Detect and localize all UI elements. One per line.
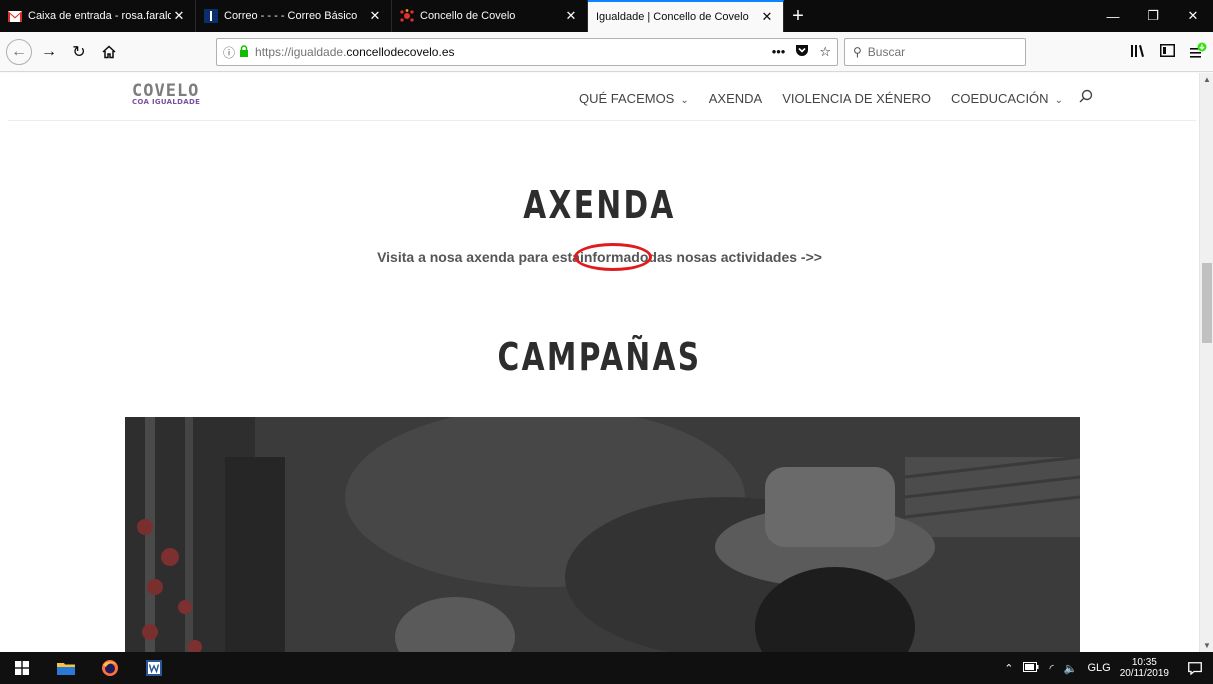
highlighted-word-text: informado bbox=[579, 249, 649, 265]
tab-title: Correo - - - - Correo Básico bbox=[224, 10, 358, 22]
close-window-icon[interactable]: ✕ bbox=[1173, 0, 1213, 32]
wifi-icon[interactable]: ◜ bbox=[1049, 662, 1053, 675]
highlighted-word: informado bbox=[573, 243, 653, 271]
menu-item-label: COEDUCACIÓN bbox=[951, 90, 1049, 106]
url-domain: concellodecovelo.es bbox=[346, 45, 455, 59]
menu-item-que-facemos[interactable]: QUÉ FACEMOS ⌄ bbox=[579, 91, 689, 106]
tab-strip: Caixa de entrada - rosa.faraldo ✕ Correo… bbox=[0, 0, 1213, 32]
url-subdomain: https://igualdade. bbox=[255, 45, 347, 59]
chevron-down-icon: ⌄ bbox=[1054, 94, 1063, 106]
windows-taskbar: ⌃ ◜ 🔈 GLG 10:35 20/11/2019 bbox=[0, 652, 1213, 684]
bookmark-star-icon[interactable]: ☆ bbox=[819, 44, 831, 60]
tab-concello[interactable]: Concello de Covelo ✕ bbox=[392, 0, 588, 32]
page-actions-icon[interactable]: ••• bbox=[772, 44, 786, 60]
action-center-icon[interactable] bbox=[1177, 652, 1213, 684]
chevron-down-icon: ⌄ bbox=[680, 94, 689, 106]
back-icon[interactable]: ← bbox=[6, 38, 32, 65]
close-tab-icon[interactable]: ✕ bbox=[759, 9, 775, 25]
windows-start-icon[interactable] bbox=[0, 652, 44, 684]
scroll-thumb[interactable] bbox=[1202, 263, 1212, 343]
covelo-icon bbox=[400, 9, 414, 23]
axenda-link[interactable]: Visita a nosa axenda para estainformado d… bbox=[0, 243, 1199, 271]
gmail-icon bbox=[8, 9, 22, 23]
site-header: COVELO COA IGUALDADE QUÉ FACEMOS ⌄ AXENDA… bbox=[8, 73, 1196, 121]
firefox-icon[interactable] bbox=[88, 652, 132, 684]
forward-icon[interactable]: → bbox=[36, 39, 62, 65]
system-tray: ⌃ ◜ 🔈 GLG 10:35 20/11/2019 bbox=[999, 652, 1213, 684]
menu-item-coeducacion[interactable]: COEDUCACIÓN ⌄ bbox=[951, 91, 1063, 106]
menu-item-axenda[interactable]: AXENDA bbox=[709, 91, 762, 106]
tab-igualdade[interactable]: Igualdade | Concello de Covelo ✕ bbox=[588, 0, 784, 32]
clock[interactable]: 10:35 20/11/2019 bbox=[1120, 657, 1169, 680]
campaigns-heading: CAMPAÑAS bbox=[497, 335, 702, 379]
main-menu: QUÉ FACEMOS ⌄ AXENDA VIOLENCIA DE XÉNERO … bbox=[579, 89, 1093, 107]
restore-icon[interactable]: ❐ bbox=[1133, 0, 1173, 32]
mail-icon bbox=[204, 9, 218, 23]
campaign-photo[interactable] bbox=[125, 417, 1080, 652]
axenda-text-after: das nosas actividades ->> bbox=[648, 249, 822, 265]
search-placeholder: Buscar bbox=[867, 45, 906, 59]
library-icon[interactable] bbox=[1130, 44, 1146, 61]
campaign-photo-graphic bbox=[125, 417, 1080, 652]
tab-title: Igualdade | Concello de Covelo bbox=[596, 11, 749, 23]
tray-chevron-up-icon[interactable]: ⌃ bbox=[1004, 662, 1013, 675]
page-viewport: COVELO COA IGUALDADE QUÉ FACEMOS ⌄ AXENDA… bbox=[0, 73, 1199, 652]
search-icon: ⚲ bbox=[853, 45, 862, 59]
menu-item-label: QUÉ FACEMOS bbox=[579, 90, 675, 106]
language-indicator[interactable]: GLG bbox=[1087, 662, 1110, 674]
word-icon[interactable] bbox=[132, 652, 176, 684]
volume-icon[interactable]: 🔈 bbox=[1064, 662, 1078, 675]
scroll-down-icon[interactable]: ▼ bbox=[1203, 641, 1211, 650]
tab-correo[interactable]: Correo - - - - Correo Básico ✕ bbox=[196, 0, 392, 32]
new-tab-button[interactable]: + bbox=[784, 0, 812, 32]
url-bar[interactable]: ⓘ https://igualdade. concellodecovelo.es … bbox=[216, 38, 838, 66]
scroll-up-icon[interactable]: ▲ bbox=[1203, 75, 1211, 84]
site-info-icon[interactable]: ⓘ bbox=[223, 44, 235, 61]
axenda-heading: AXENDA bbox=[523, 183, 676, 227]
close-tab-icon[interactable]: ✕ bbox=[367, 8, 383, 24]
menu-item-violencia[interactable]: VIOLENCIA DE XÉNERO bbox=[782, 91, 931, 106]
sidebar-icon[interactable] bbox=[1160, 44, 1175, 60]
battery-icon[interactable] bbox=[1023, 661, 1039, 675]
search-bar[interactable]: ⚲ Buscar bbox=[844, 38, 1026, 66]
clock-time: 10:35 bbox=[1131, 656, 1157, 668]
file-explorer-icon[interactable] bbox=[44, 652, 88, 684]
vertical-scrollbar[interactable]: ▲ ▼ bbox=[1199, 73, 1213, 652]
axenda-text-before: Visita a nosa axenda para esta bbox=[377, 249, 580, 265]
navigation-toolbar: ← → ↻ ⓘ https://igualdade. concellodecove… bbox=[0, 32, 1213, 72]
close-tab-icon[interactable]: ✕ bbox=[171, 8, 187, 24]
tab-gmail[interactable]: Caixa de entrada - rosa.faraldo ✕ bbox=[0, 0, 196, 32]
logo-sub: COA IGUALDADE bbox=[132, 98, 201, 106]
minimize-icon[interactable]: — bbox=[1093, 0, 1133, 32]
tab-title: Caixa de entrada - rosa.faraldo bbox=[28, 10, 171, 22]
reload-icon[interactable]: ↻ bbox=[66, 39, 92, 65]
pocket-icon[interactable] bbox=[795, 44, 809, 60]
home-icon[interactable] bbox=[96, 39, 122, 65]
close-tab-icon[interactable]: ✕ bbox=[563, 8, 579, 24]
tab-title: Concello de Covelo bbox=[420, 10, 516, 22]
lock-icon bbox=[239, 44, 249, 60]
menu-update-icon[interactable] bbox=[1189, 42, 1207, 63]
site-logo[interactable]: COVELO COA IGUALDADE bbox=[132, 83, 200, 106]
site-search-icon[interactable] bbox=[1079, 89, 1093, 107]
window-controls: — ❐ ✕ bbox=[1093, 0, 1213, 32]
clock-date: 20/11/2019 bbox=[1119, 668, 1169, 679]
